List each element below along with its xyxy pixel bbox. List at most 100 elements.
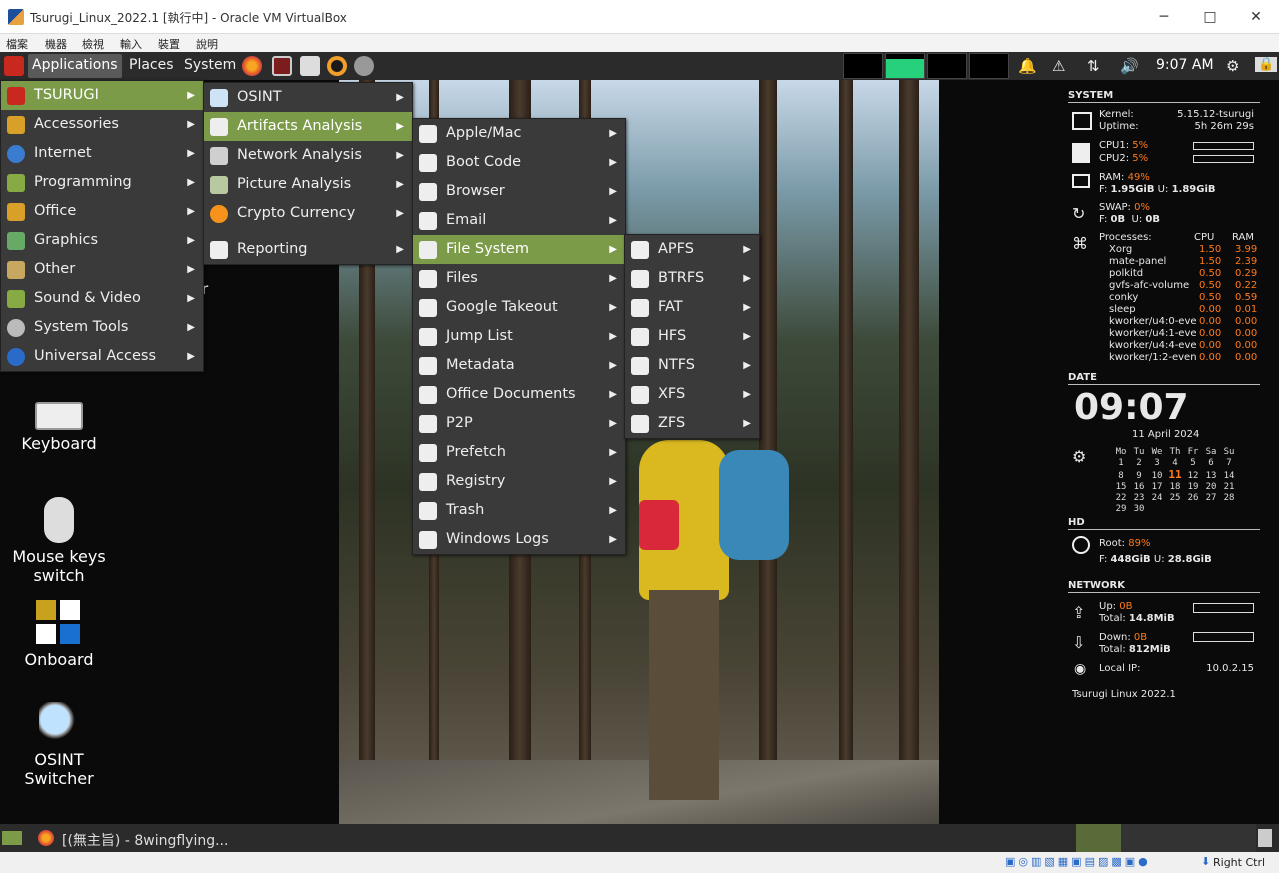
process-name: Xorg bbox=[1109, 244, 1133, 255]
menu-item-programming[interactable]: Programming ▶ bbox=[1, 168, 203, 197]
menu-item-ntfs[interactable]: NTFS ▶ bbox=[625, 351, 759, 380]
ram-free-label: F: bbox=[1099, 184, 1108, 195]
menu-item-google-takeout[interactable]: Google Takeout ▶ bbox=[413, 293, 625, 322]
calendar-day: 24 bbox=[1151, 493, 1163, 503]
footprints-icon bbox=[631, 386, 649, 404]
monitor-icon bbox=[1072, 112, 1092, 130]
workspace-3[interactable] bbox=[1166, 824, 1211, 852]
firefox-icon[interactable] bbox=[242, 56, 262, 76]
menu-item-label: Registry bbox=[446, 473, 506, 489]
host-menu-help[interactable]: 說明 bbox=[196, 36, 218, 52]
taskbar-window-firefox[interactable]: [(無主旨) - 8wingflying... bbox=[62, 830, 228, 850]
desktop-icon-keyboard[interactable]: Keyboard bbox=[0, 402, 118, 453]
menu-item-btrfs[interactable]: BTRFS ▶ bbox=[625, 264, 759, 293]
menu-item-office[interactable]: Office ▶ bbox=[1, 197, 203, 226]
gear-icon[interactable]: ⚙ bbox=[1226, 57, 1239, 75]
menu-item-office-documents[interactable]: Office Documents ▶ bbox=[413, 380, 625, 409]
menu-item-sound-video[interactable]: Sound & Video ▶ bbox=[1, 284, 203, 313]
places-menu[interactable]: Places bbox=[129, 57, 174, 73]
maximize-button[interactable]: □ bbox=[1187, 4, 1233, 30]
menu-item-tsurugi[interactable]: TSURUGI ▶ bbox=[1, 81, 203, 110]
host-menu-devices[interactable]: 裝置 bbox=[158, 36, 180, 52]
notes-launcher-icon[interactable] bbox=[300, 56, 320, 76]
menu-item-apfs[interactable]: APFS ▶ bbox=[625, 235, 759, 264]
settings-launcher-icon[interactable] bbox=[354, 56, 374, 76]
footprints-icon bbox=[419, 154, 437, 172]
menu-item-metadata[interactable]: Metadata ▶ bbox=[413, 351, 625, 380]
menu-item-prefetch[interactable]: Prefetch ▶ bbox=[413, 438, 625, 467]
bell-icon[interactable]: 🔔 bbox=[1018, 57, 1037, 75]
menu-item-system-tools[interactable]: System Tools ▶ bbox=[1, 313, 203, 342]
menu-item-apple-mac[interactable]: Apple/Mac ▶ bbox=[413, 119, 625, 148]
footprints-icon bbox=[419, 444, 437, 462]
menu-item-registry[interactable]: Registry ▶ bbox=[413, 467, 625, 496]
menu-item-hfs[interactable]: HFS ▶ bbox=[625, 322, 759, 351]
ram-heading: RAM bbox=[1232, 232, 1255, 243]
menu-item-files[interactable]: Files ▶ bbox=[413, 264, 625, 293]
menu-item-accessories[interactable]: Accessories ▶ bbox=[1, 110, 203, 139]
chevron-right-icon: ▶ bbox=[187, 351, 195, 362]
workspace-4[interactable] bbox=[1211, 824, 1256, 852]
menu-item-graphics[interactable]: Graphics ▶ bbox=[1, 226, 203, 255]
menu-item-reporting[interactable]: Reporting ▶ bbox=[204, 235, 412, 264]
close-button[interactable]: ✕ bbox=[1233, 4, 1279, 30]
menu-item-picture-analysis[interactable]: Picture Analysis ▶ bbox=[204, 170, 412, 199]
menu-item-file-system[interactable]: File System ▶ bbox=[413, 235, 625, 264]
calendar-day: 14 bbox=[1223, 471, 1235, 481]
volume-icon[interactable]: 🔊 bbox=[1120, 57, 1139, 75]
trash-icon[interactable] bbox=[1258, 829, 1272, 847]
host-menu-view[interactable]: 檢視 bbox=[82, 36, 104, 52]
desktop-icon-label: OSINT Switcher bbox=[24, 750, 94, 788]
host-menu-file[interactable]: 檔案 bbox=[6, 36, 28, 52]
menu-item-universal-access[interactable]: Universal Access ▶ bbox=[1, 342, 203, 371]
search-launcher-icon[interactable] bbox=[327, 56, 347, 76]
menu-item-zfs[interactable]: ZFS ▶ bbox=[625, 409, 759, 438]
menu-item-trash[interactable]: Trash ▶ bbox=[413, 496, 625, 525]
menu-item-label: Accessories bbox=[34, 116, 119, 132]
lock-icon[interactable]: 🔒 bbox=[1255, 57, 1278, 72]
show-desktop-icon[interactable] bbox=[2, 831, 22, 845]
desktop-icon-label: Onboard bbox=[24, 650, 94, 669]
menu-item-email[interactable]: Email ▶ bbox=[413, 206, 625, 235]
host-menu-input[interactable]: 輸入 bbox=[120, 36, 142, 52]
desktop-icon-mouse-keys[interactable]: Mouse keys switch bbox=[0, 497, 118, 585]
workspace-1[interactable] bbox=[1076, 824, 1121, 852]
workspace-2[interactable] bbox=[1121, 824, 1166, 852]
hd-free: 448GiB bbox=[1110, 554, 1151, 565]
menu-item-xfs[interactable]: XFS ▶ bbox=[625, 380, 759, 409]
menu-item-browser[interactable]: Browser ▶ bbox=[413, 177, 625, 206]
cpu2-value: 5% bbox=[1132, 153, 1149, 164]
conky-date: 11 April 2024 bbox=[1132, 429, 1200, 440]
warning-icon[interactable]: ⚠ bbox=[1052, 57, 1065, 75]
minimize-button[interactable]: ─ bbox=[1141, 4, 1187, 30]
process-name: sleep bbox=[1109, 304, 1136, 315]
desktop-icon-osint-switcher[interactable]: OSINT Switcher bbox=[0, 702, 118, 788]
menu-item-windows-logs[interactable]: Windows Logs ▶ bbox=[413, 525, 625, 554]
terminal-launcher-icon[interactable] bbox=[272, 56, 292, 76]
system-menu[interactable]: System bbox=[184, 57, 236, 73]
menu-item-other[interactable]: Other ▶ bbox=[1, 255, 203, 284]
process-cpu: 0.00 bbox=[1199, 352, 1222, 363]
host-menu-machine[interactable]: 機器 bbox=[45, 36, 67, 52]
menu-item-p2p[interactable]: P2P ▶ bbox=[413, 409, 625, 438]
process-ram: 2.39 bbox=[1235, 256, 1258, 267]
calendar-day: 15 bbox=[1115, 482, 1127, 492]
menu-item-artifacts-analysis[interactable]: Artifacts Analysis ▶ bbox=[204, 112, 412, 141]
menu-item-internet[interactable]: Internet ▶ bbox=[1, 139, 203, 168]
menu-item-fat[interactable]: FAT ▶ bbox=[625, 293, 759, 322]
calendar-day: 9 bbox=[1136, 471, 1142, 481]
calendar-header: Mo Tu We Th Fr Sa Su bbox=[1112, 447, 1256, 458]
menu-item-network-analysis[interactable]: Network Analysis ▶ bbox=[204, 141, 412, 170]
desktop-icon-onboard[interactable]: Onboard bbox=[0, 600, 118, 669]
chevron-right-icon: ▶ bbox=[187, 148, 195, 159]
menu-item-boot-code[interactable]: Boot Code ▶ bbox=[413, 148, 625, 177]
applications-menu-button[interactable]: Applications bbox=[28, 54, 122, 78]
calendar-week: 29 30 bbox=[1112, 504, 1256, 515]
cpu2-bar bbox=[1193, 155, 1254, 163]
panel-clock[interactable]: 9:07 AM bbox=[1156, 57, 1214, 73]
menu-item-jump-list[interactable]: Jump List ▶ bbox=[413, 322, 625, 351]
menu-item-crypto-currency[interactable]: Crypto Currency ▶ bbox=[204, 199, 412, 228]
menu-item-label: P2P bbox=[446, 415, 473, 431]
menu-item-osint[interactable]: OSINT ▶ bbox=[204, 83, 412, 112]
network-arrows-icon[interactable]: ⇅ bbox=[1087, 57, 1100, 75]
